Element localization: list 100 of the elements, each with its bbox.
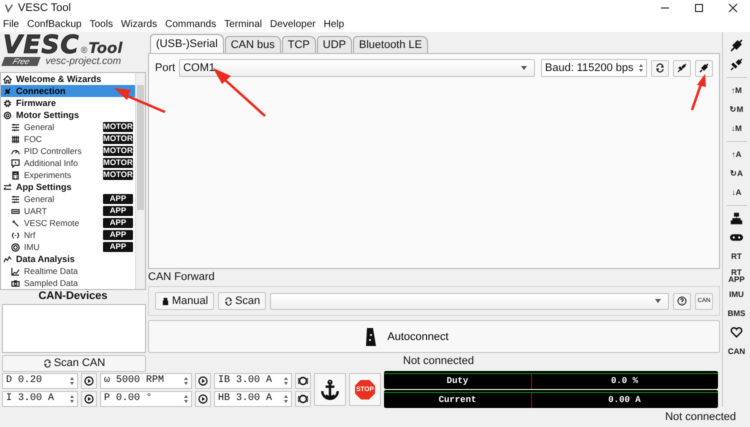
scrollbar[interactable] — [135, 73, 145, 290]
menu-item[interactable]: Commands — [165, 18, 216, 30]
plug-icon — [730, 39, 743, 52]
play-button[interactable] — [81, 372, 97, 388]
item-icon — [3, 86, 12, 96]
autoconnect-button[interactable]: Autoconnect — [148, 320, 720, 353]
sidebar-item[interactable]: App Settings — [1, 181, 135, 194]
sidebar-item[interactable]: FOC MOTOR — [1, 133, 135, 146]
tab[interactable]: UDP — [316, 36, 352, 53]
spinner-icon — [69, 376, 75, 386]
port-dropdown[interactable]: COM1 — [179, 59, 535, 77]
toolbar-button[interactable]: ↓M — [726, 119, 746, 138]
item-icon — [3, 182, 12, 192]
tag: MOTOR — [103, 122, 133, 132]
tab[interactable]: (USB-)Serial — [150, 34, 224, 53]
toolbar-button[interactable]: CAN — [726, 342, 746, 361]
tab[interactable]: CAN bus — [224, 36, 281, 53]
manual-button[interactable]: Manual — [155, 292, 214, 310]
spinner-icon — [183, 394, 189, 404]
tab[interactable]: TCP — [282, 36, 316, 53]
number-field[interactable]: ω 5000 RPM — [100, 372, 192, 388]
scan-can-button[interactable]: Scan CAN — [2, 354, 146, 372]
sidebar-item[interactable]: Connection — [1, 85, 135, 98]
play-button[interactable] — [81, 390, 97, 406]
number-field[interactable]: P 0.00 ° — [100, 390, 192, 406]
help-button[interactable] — [673, 292, 691, 310]
toolbar-button[interactable]: IMU — [726, 285, 746, 304]
disconnect-button[interactable] — [673, 60, 691, 76]
play-icon — [84, 394, 94, 404]
sidebar-item[interactable]: Additional Info MOTOR — [1, 157, 135, 170]
menu-item[interactable]: Developer — [270, 18, 316, 30]
gauge-bar: Duty 0.0 % — [384, 371, 718, 389]
toolbar-button[interactable]: RT APP — [726, 266, 746, 285]
close-icon[interactable] — [728, 3, 738, 13]
sidebar-item[interactable]: Welcome & Wizards — [1, 73, 135, 86]
sidebar-item[interactable]: Realtime Data — [1, 265, 135, 278]
menu-item[interactable]: Tools — [90, 18, 113, 30]
item-icon — [11, 158, 20, 168]
brake-button[interactable] — [295, 372, 311, 388]
toolbar-button[interactable]: ↻A — [726, 164, 746, 183]
maximize-icon[interactable] — [694, 3, 704, 13]
tab[interactable]: Bluetooth LE — [353, 36, 428, 53]
play-button[interactable] — [195, 390, 211, 406]
item-icon — [3, 110, 12, 120]
menu-item[interactable]: Wizards — [120, 18, 158, 30]
tag: APP — [103, 194, 133, 204]
menu-item[interactable]: Help — [324, 18, 344, 30]
sidebar-item[interactable]: VESC Remote APP — [1, 217, 135, 230]
connect-button[interactable] — [695, 60, 713, 76]
play-button[interactable] — [195, 372, 211, 388]
item-icon — [11, 194, 20, 204]
sidebar-item[interactable]: Sampled Data — [1, 277, 135, 290]
section-title: CAN-Devices — [37, 290, 109, 304]
annotation-arrow — [690, 74, 706, 110]
caret-icon — [521, 66, 527, 70]
toolbar-button[interactable]: RT — [726, 247, 746, 266]
item-icon — [3, 98, 12, 108]
sidebar-item[interactable]: IMU APP — [1, 241, 135, 254]
number-field[interactable]: I 3.00 A — [2, 390, 78, 406]
sidebar-item[interactable]: Nrf APP — [1, 229, 135, 242]
menu-item[interactable]: Terminal — [224, 18, 262, 30]
number-field[interactable]: D 0.20 — [2, 372, 78, 388]
tag: MOTOR — [103, 170, 133, 180]
tag: MOTOR — [103, 146, 133, 156]
item-icon — [11, 266, 20, 276]
tag: APP — [103, 230, 133, 240]
item-icon — [3, 254, 12, 264]
item-icon — [11, 242, 20, 252]
menu-item[interactable]: ConfBackup — [27, 18, 82, 30]
tag: APP — [103, 206, 133, 216]
menu-item[interactable]: File — [3, 18, 20, 30]
brake-button[interactable] — [295, 390, 311, 406]
refresh-button[interactable] — [651, 60, 669, 76]
item-icon — [11, 206, 20, 216]
toolbar-button[interactable]: BMS — [726, 304, 746, 323]
item-icon — [11, 122, 20, 132]
spinner-icon — [638, 63, 644, 73]
toolbar-button[interactable]: ↑A — [726, 145, 746, 164]
number-field[interactable]: HB 3.00 A — [214, 390, 292, 406]
anchor-button[interactable] — [314, 373, 346, 406]
refresh-icon — [224, 296, 234, 306]
sidebar-item[interactable]: Motor Settings — [1, 109, 135, 122]
scan-button[interactable]: Scan — [218, 292, 266, 310]
window-title: VESC Tool — [18, 2, 71, 14]
toolbar-button[interactable]: ↑M — [726, 81, 746, 100]
baud-field[interactable]: Baud: 115200 bps — [541, 59, 647, 77]
sidebar-item[interactable]: Data Analysis — [1, 253, 135, 266]
toolbar-button[interactable]: ↓A — [726, 183, 746, 202]
sidebar-item[interactable]: PID Controllers MOTOR — [1, 145, 135, 158]
autoconnect-icon — [365, 326, 378, 348]
item-icon — [11, 230, 20, 240]
spinner-icon — [183, 376, 189, 386]
number-field[interactable]: IB 3.00 A — [214, 372, 292, 388]
plug-icon — [699, 63, 709, 73]
sidebar-item[interactable]: General MOTOR — [1, 121, 135, 134]
toolbar-button[interactable]: ↻M — [726, 100, 746, 119]
sidebar-item[interactable]: General APP — [1, 193, 135, 206]
sidebar-item[interactable]: Experiments MOTOR — [1, 169, 135, 182]
sidebar-item[interactable]: UART APP — [1, 205, 135, 218]
sidebar-item[interactable]: Firmware — [1, 97, 135, 110]
